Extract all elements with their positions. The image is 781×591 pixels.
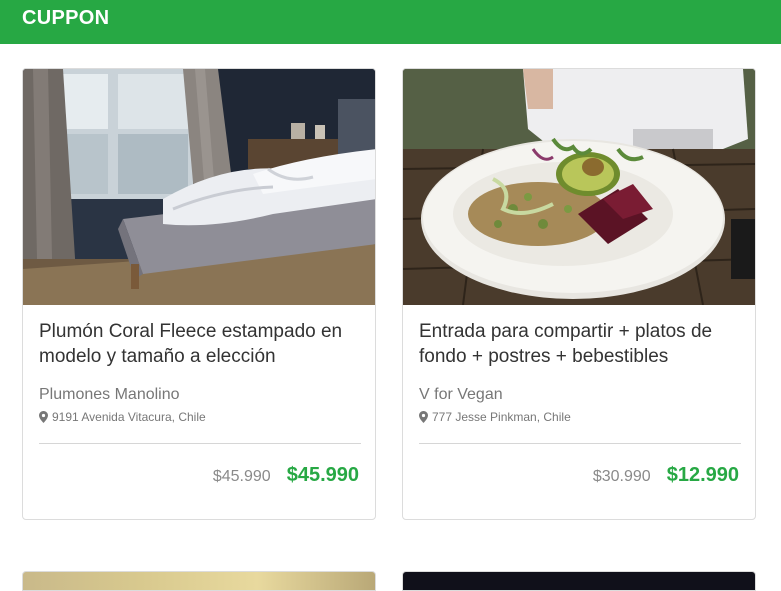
- deal-card[interactable]: Entrada para compartir + platos de fondo…: [402, 68, 756, 520]
- original-price: $30.990: [592, 468, 651, 485]
- divider: [419, 443, 741, 444]
- address-text: 777 Jesse Pinkman, Chile: [432, 410, 571, 424]
- address-text: 9191 Avenida Vitacura, Chile: [52, 410, 206, 424]
- merchant-address: 9191 Avenida Vitacura, Chile: [39, 410, 206, 424]
- merchant-name: V for Vegan: [419, 386, 503, 403]
- map-pin-icon: [39, 411, 48, 423]
- deal-title[interactable]: Entrada para compartir + platos de fondo…: [419, 319, 741, 369]
- deal-card[interactable]: Plumón Coral Fleece estampado en modelo …: [22, 68, 376, 520]
- deal-card-partial[interactable]: [402, 571, 756, 591]
- discount-price: $12.990: [666, 464, 739, 486]
- deal-card-partial[interactable]: [22, 571, 376, 591]
- merchant-name: Plumones Manolino: [39, 386, 180, 403]
- top-bar: CUPPON: [0, 0, 781, 44]
- bedroom-photo[interactable]: [23, 69, 375, 305]
- discount-price: $45.990: [286, 464, 359, 486]
- price-row: $45.990 $45.990: [213, 464, 359, 487]
- map-pin-icon: [419, 411, 428, 423]
- vegan-dish-photo[interactable]: [403, 69, 755, 305]
- merchant-address: 777 Jesse Pinkman, Chile: [419, 410, 571, 424]
- price-row: $30.990 $12.990: [593, 464, 739, 487]
- brand-logo[interactable]: CUPPON: [22, 7, 109, 30]
- deal-title[interactable]: Plumón Coral Fleece estampado en modelo …: [39, 319, 361, 369]
- divider: [39, 443, 361, 444]
- original-price: $45.990: [212, 468, 271, 485]
